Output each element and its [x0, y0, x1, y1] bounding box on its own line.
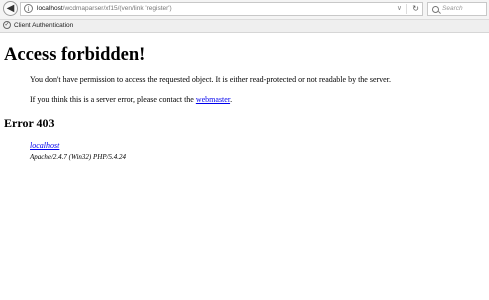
contact-suffix: .: [230, 95, 233, 104]
search-input[interactable]: Search: [427, 2, 487, 16]
page-title: Access forbidden!: [4, 45, 146, 65]
server-signature: Apache/2.4.7 (Win32) PHP/5.4.24: [30, 153, 127, 161]
info-icon[interactable]: i: [24, 4, 33, 13]
address-bar[interactable]: i localhost/wcdmaparser/xf15/(ven/link '…: [20, 2, 423, 16]
search-icon: [432, 6, 439, 13]
chevron-down-icon[interactable]: ∨: [397, 3, 402, 15]
page-content: Access forbidden! You don't have permiss…: [0, 33, 489, 300]
url-separator: [406, 4, 407, 14]
tab-bar: ✓ Client Authentication: [0, 20, 489, 33]
search-placeholder: Search: [442, 5, 463, 12]
contact-prefix: If you think this is a server error, ple…: [30, 95, 196, 104]
url-text: localhost/wcdmaparser/xf15/(ven/link 're…: [37, 5, 172, 12]
tab-title[interactable]: Client Authentication: [14, 20, 73, 32]
contact-message: If you think this is a server error, ple…: [30, 95, 232, 105]
browser-toolbar: ◀ i localhost/wcdmaparser/xf15/(ven/link…: [0, 0, 489, 20]
error-message: You don't have permission to access the …: [30, 75, 391, 84]
back-arrow-icon: ◀: [6, 2, 15, 14]
webmaster-link[interactable]: webmaster: [196, 95, 230, 104]
reload-icon[interactable]: ↻: [412, 3, 419, 15]
back-button[interactable]: ◀: [3, 1, 18, 16]
error-code-heading: Error 403: [4, 116, 55, 130]
server-host-link[interactable]: localhost: [30, 141, 59, 151]
globe-icon: ✓: [3, 21, 11, 29]
